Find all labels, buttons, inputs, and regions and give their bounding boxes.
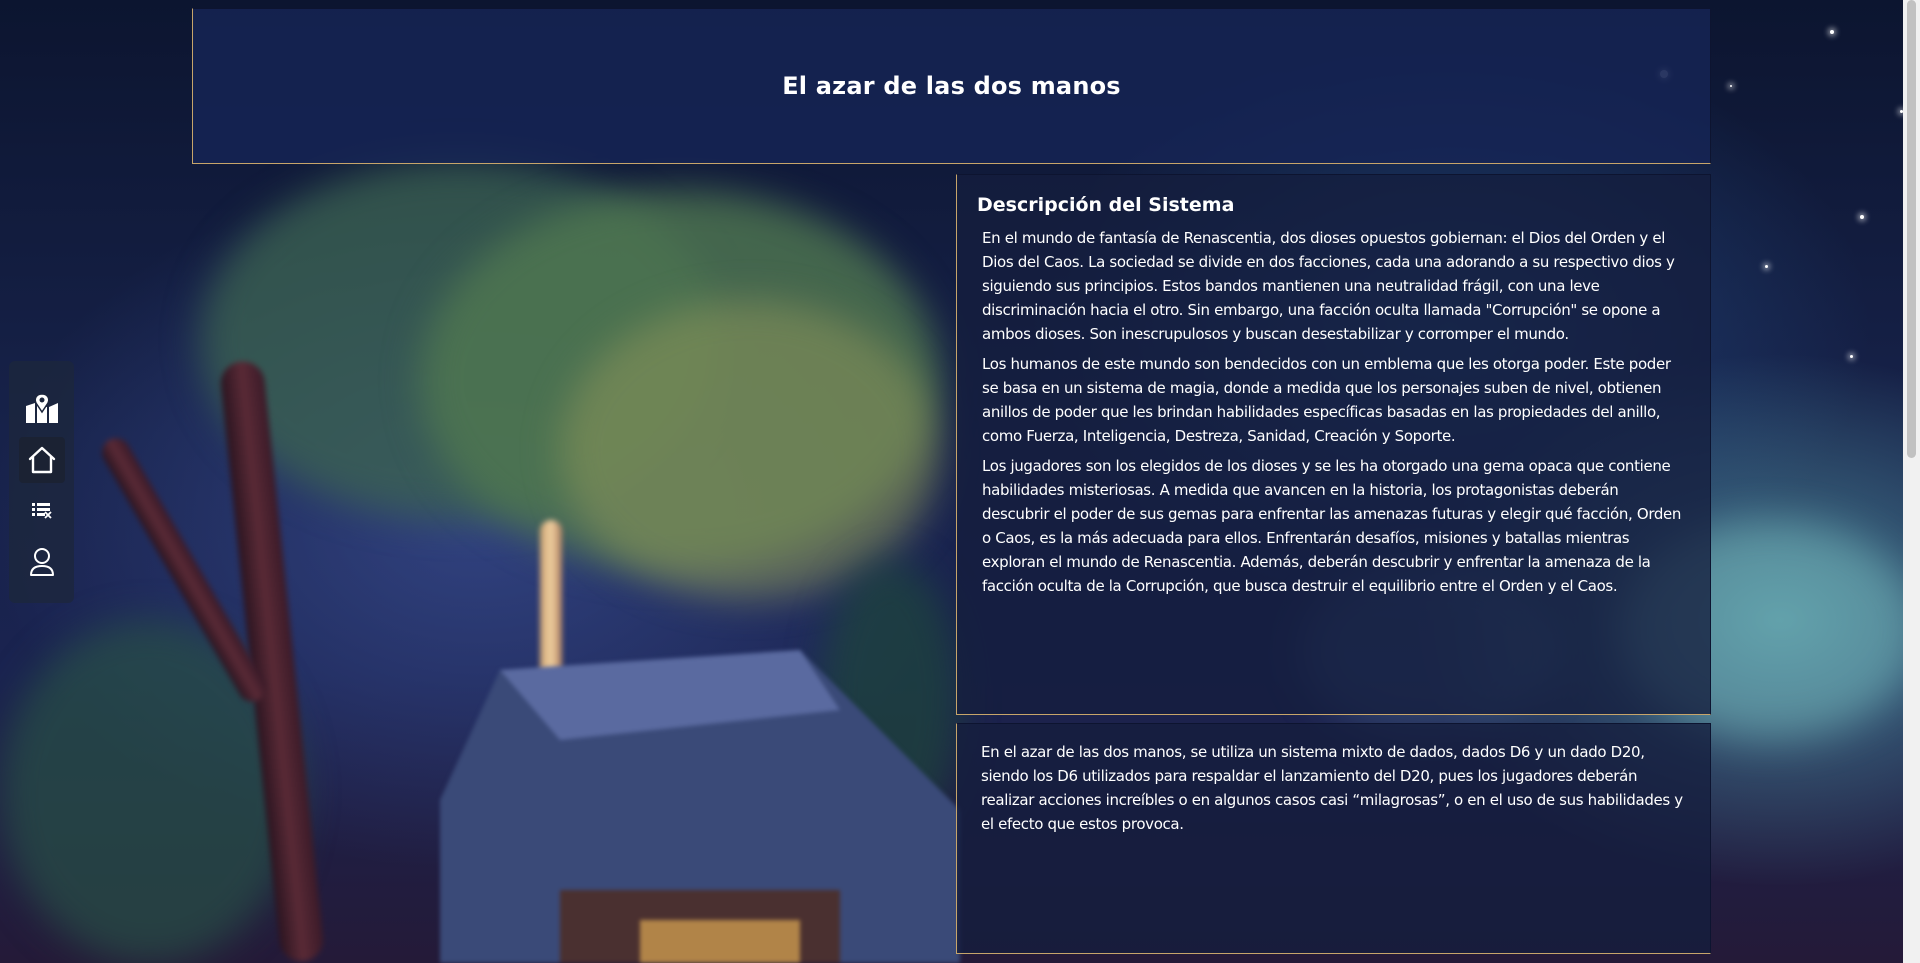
- user-icon: [29, 548, 54, 576]
- side-navigation: [9, 361, 74, 603]
- section-title: Descripción del Sistema: [977, 194, 1235, 216]
- page-title: El azar de las dos manos: [782, 72, 1121, 100]
- description-paragraph: En el mundo de fantasía de Renascentia, …: [982, 229, 1675, 343]
- scrollbar-thumb[interactable]: [1907, 0, 1916, 458]
- page-scrollbar[interactable]: [1903, 0, 1920, 963]
- list-icon: [31, 503, 52, 519]
- description-paragraph: Los jugadores son los elegidos de los di…: [982, 457, 1682, 595]
- nav-map-button[interactable]: [19, 386, 65, 432]
- dice-system-card: En el azar de las dos manos, se utiliza …: [956, 723, 1711, 954]
- nav-profile-button[interactable]: [19, 539, 65, 585]
- nav-list-button[interactable]: [19, 488, 65, 534]
- page-header: El azar de las dos manos: [192, 8, 1711, 164]
- nav-home-button[interactable]: [18, 437, 65, 483]
- system-description-card: Descripción del Sistema En el mundo de f…: [956, 174, 1711, 715]
- dice-paragraph: En el azar de las dos manos, se utiliza …: [981, 743, 1683, 833]
- description-paragraph: Los humanos de este mundo son bendecidos…: [982, 355, 1671, 445]
- map-icon: [25, 394, 58, 423]
- home-icon: [28, 446, 55, 474]
